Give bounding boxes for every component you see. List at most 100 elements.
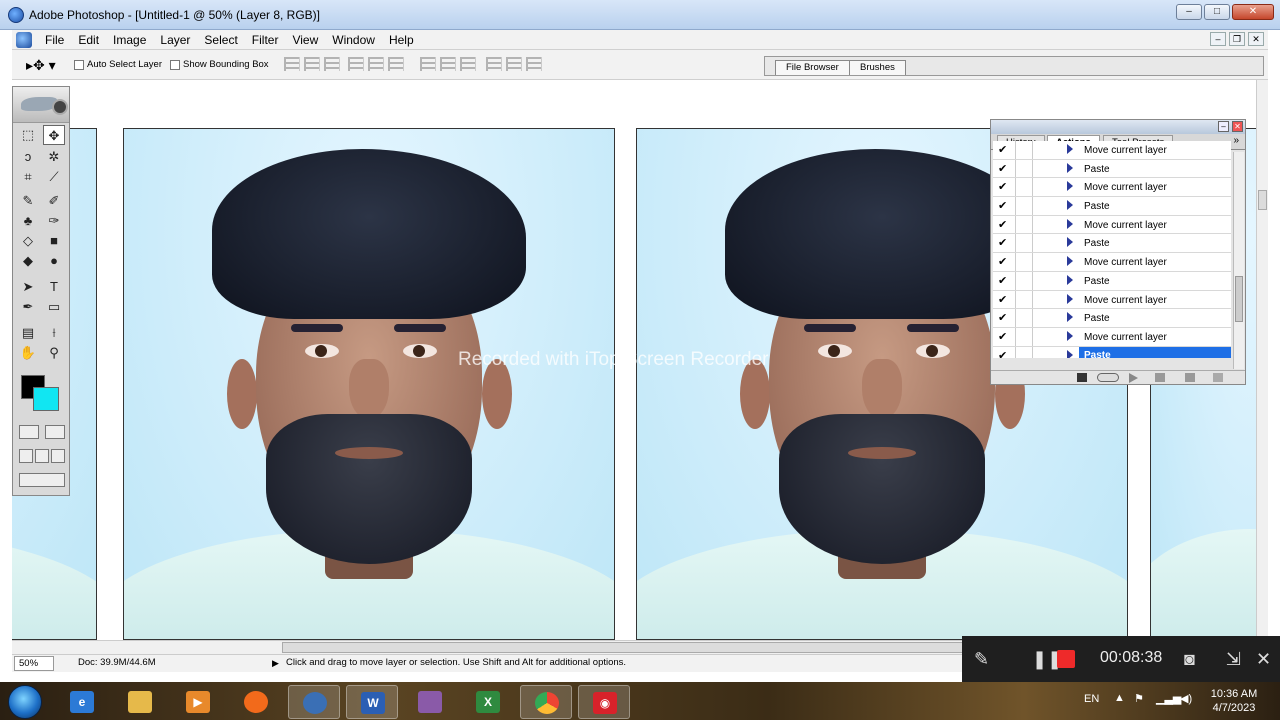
align-bottom-icon[interactable]: [324, 57, 340, 71]
dialog-toggle[interactable]: [1015, 290, 1033, 309]
background-color-swatch[interactable]: [33, 387, 59, 411]
auto-select-layer-checkbox[interactable]: Auto Select Layer: [74, 59, 162, 70]
action-step-row[interactable]: ✔ Move current layer: [993, 215, 1231, 235]
action-step-row[interactable]: ✔ Move current layer: [993, 290, 1231, 310]
slice-tool-icon[interactable]: ⟋: [43, 167, 65, 187]
minimize-button[interactable]: –: [1176, 4, 1202, 20]
shape-tool-icon[interactable]: ▭: [43, 297, 65, 317]
vertical-scrollbar[interactable]: [1256, 80, 1268, 640]
zoom-field[interactable]: 50%: [14, 656, 54, 671]
stop-playing-icon[interactable]: [1077, 373, 1087, 382]
move-tool-icon[interactable]: ✥: [43, 125, 65, 145]
zoom-tool-icon[interactable]: ⚲: [43, 343, 65, 363]
toolbox-header[interactable]: [13, 87, 69, 123]
dialog-toggle[interactable]: [1015, 309, 1033, 327]
distribute-bottom-icon[interactable]: [460, 57, 476, 71]
distribute-right-icon[interactable]: [526, 57, 542, 71]
align-right-icon[interactable]: [388, 57, 404, 71]
taskbar-winrar[interactable]: [404, 685, 456, 719]
pen-icon[interactable]: ✎: [974, 649, 989, 669]
scroll-thumb[interactable]: [1258, 190, 1267, 210]
doc-minimize-button[interactable]: –: [1210, 32, 1226, 46]
taskbar-firefox[interactable]: [230, 685, 282, 719]
close-button[interactable]: ✕: [1232, 4, 1274, 20]
taskbar-word[interactable]: W: [346, 685, 398, 719]
minimize-icon[interactable]: ⇲: [1226, 649, 1241, 669]
dialog-toggle[interactable]: [1015, 141, 1033, 159]
create-new-action-icon[interactable]: [1185, 373, 1195, 382]
dialog-toggle[interactable]: [1015, 271, 1033, 290]
doc-close-button[interactable]: ✕: [1248, 32, 1264, 46]
doc-size-info[interactable]: Doc: 39.9M/44.6M: [78, 655, 156, 671]
history-brush-tool-icon[interactable]: ✑: [43, 211, 65, 231]
dialog-toggle[interactable]: [1015, 346, 1033, 358]
expand-triangle-icon[interactable]: [1067, 330, 1073, 341]
expand-triangle-icon[interactable]: [1067, 293, 1073, 304]
show-bounding-box-checkbox[interactable]: Show Bounding Box: [170, 59, 269, 70]
tab-brushes[interactable]: Brushes: [849, 60, 906, 75]
menu-layer[interactable]: Layer: [153, 31, 197, 49]
dialog-toggle[interactable]: [1015, 159, 1033, 178]
dialog-toggle[interactable]: [1015, 327, 1033, 346]
check-icon[interactable]: ✔: [998, 162, 1007, 176]
delete-icon[interactable]: [1213, 373, 1223, 382]
check-icon[interactable]: ✔: [998, 218, 1007, 232]
clone-stamp-tool-icon[interactable]: ♣: [17, 211, 39, 231]
action-step-row[interactable]: ✔ Paste: [993, 234, 1231, 254]
photoshop-app-icon[interactable]: [8, 7, 24, 23]
menu-window[interactable]: Window: [325, 31, 382, 49]
blur-tool-icon[interactable]: ◆: [17, 251, 39, 271]
check-icon[interactable]: ✔: [998, 311, 1007, 325]
taskbar-screen-recorder[interactable]: ◉: [578, 685, 630, 719]
distribute-hcenter-icon[interactable]: [506, 57, 522, 71]
checkbox-box[interactable]: [74, 59, 84, 70]
check-icon[interactable]: ✔: [998, 180, 1007, 194]
check-icon[interactable]: ✔: [998, 199, 1007, 213]
expand-triangle-icon[interactable]: [1067, 144, 1073, 154]
taskbar-chrome[interactable]: [520, 685, 572, 719]
taskbar-photoshop[interactable]: [288, 685, 340, 719]
menu-help[interactable]: Help: [382, 31, 421, 49]
expand-triangle-icon[interactable]: [1067, 200, 1073, 211]
action-step-row[interactable]: ✔ Move current layer: [993, 327, 1231, 347]
expand-triangle-icon[interactable]: [1067, 274, 1073, 285]
screen-mode-standard-icon[interactable]: [19, 449, 33, 463]
align-left-icon[interactable]: [348, 57, 364, 71]
palette-close-button[interactable]: ✕: [1232, 121, 1243, 132]
pen-tool-icon[interactable]: ✒: [17, 297, 39, 317]
dialog-toggle[interactable]: [1015, 178, 1033, 197]
dialog-toggle[interactable]: [1015, 253, 1033, 271]
play-selection-icon[interactable]: [1129, 373, 1138, 383]
screen-mode-full-menu-icon[interactable]: [35, 449, 49, 463]
maximize-button[interactable]: □: [1204, 4, 1230, 20]
taskbar-media-player[interactable]: ▶: [172, 685, 224, 719]
check-icon[interactable]: ✔: [998, 236, 1007, 250]
action-step-row[interactable]: ✔ Move current layer: [993, 178, 1231, 198]
stop-icon[interactable]: [1057, 650, 1075, 668]
path-selection-tool-icon[interactable]: ➤: [17, 277, 39, 297]
distribute-top-icon[interactable]: [420, 57, 436, 71]
check-icon[interactable]: ✔: [998, 143, 1007, 157]
gradient-tool-icon[interactable]: ■: [43, 231, 65, 251]
expand-triangle-icon[interactable]: [1067, 349, 1073, 358]
action-step-row[interactable]: ✔ Move current layer: [993, 253, 1231, 272]
expand-triangle-icon[interactable]: [1067, 237, 1073, 248]
dialog-toggle[interactable]: [1015, 197, 1033, 215]
jump-to-imageready-icon[interactable]: [19, 473, 65, 487]
crop-tool-icon[interactable]: ⌗: [17, 167, 39, 187]
menu-image[interactable]: Image: [106, 31, 153, 49]
check-icon[interactable]: ✔: [998, 349, 1007, 358]
dodge-tool-icon[interactable]: ●: [43, 251, 65, 271]
align-hcenter-icon[interactable]: [368, 57, 384, 71]
volume-icon[interactable]: ◀): [1180, 692, 1192, 705]
brush-tool-icon[interactable]: ✐: [43, 191, 65, 211]
notes-tool-icon[interactable]: ▤: [17, 323, 39, 343]
taskbar-file-explorer[interactable]: [114, 685, 166, 719]
action-step-row[interactable]: ✔ Paste: [993, 271, 1231, 291]
expand-triangle-icon[interactable]: [1067, 256, 1073, 267]
scroll-thumb[interactable]: [1235, 276, 1243, 322]
checkbox-box[interactable]: [170, 59, 180, 70]
status-menu-arrow-icon[interactable]: ▶: [272, 655, 279, 671]
type-tool-icon[interactable]: T: [43, 277, 65, 297]
start-icon[interactable]: [8, 685, 42, 719]
